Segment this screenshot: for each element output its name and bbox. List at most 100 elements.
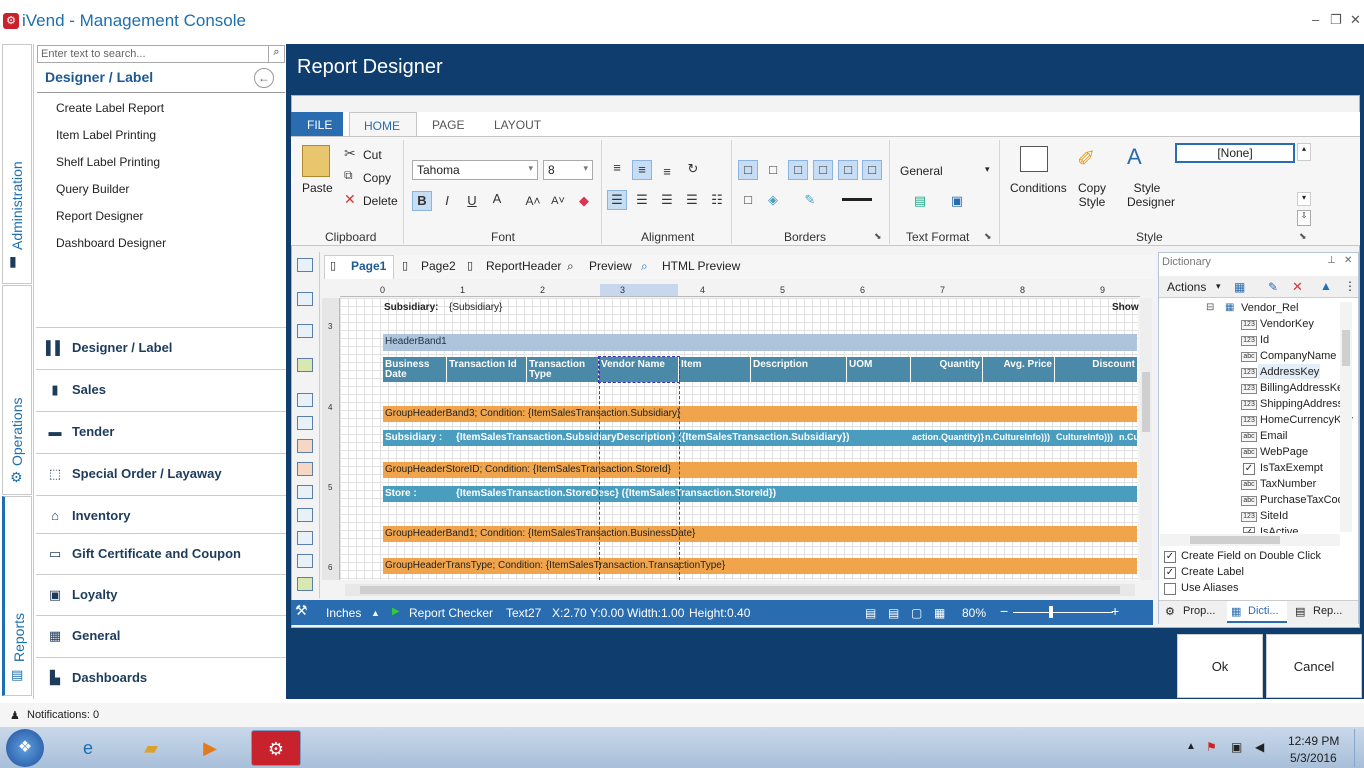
no-border-icon[interactable]: □ [763, 160, 783, 180]
vertical-scroll-thumb[interactable] [1142, 372, 1150, 432]
style-designer-button[interactable]: Style Designer [1127, 181, 1175, 209]
column-header[interactable]: Quantity [911, 357, 983, 382]
rail-tab-administration[interactable]: Administration ▮ [2, 44, 32, 284]
toolbox-chart-icon[interactable] [297, 554, 313, 568]
horizontal-scroll-thumb[interactable] [360, 586, 1120, 594]
back-arrow-icon[interactable]: ← [254, 68, 274, 88]
column-header[interactable]: Discount [1055, 357, 1137, 382]
view-two-pages-icon[interactable]: ▤ [888, 606, 899, 620]
format-number-icon[interactable]: ▣ [947, 191, 967, 211]
dictionary-field[interactable]: SiteId [1260, 510, 1288, 522]
grow-font-icon[interactable]: A˄ [523, 191, 543, 211]
ok-button[interactable]: Ok [1177, 634, 1263, 698]
notifications-count[interactable]: Notifications: 0 [27, 709, 99, 721]
chevron-down-icon[interactable]: ▾ [985, 164, 990, 175]
clock-date[interactable]: 5/3/2016 [1290, 751, 1337, 765]
volume-icon[interactable]: ◀ [1255, 740, 1264, 754]
edit-icon[interactable]: ✎ [1268, 280, 1278, 294]
view-multi-icon[interactable]: ▦ [934, 606, 945, 620]
dictionary-relation[interactable]: Vendor_Rel [1241, 302, 1299, 314]
search-icon[interactable]: ⌕ [268, 46, 284, 62]
tab-preview[interactable]: Preview [589, 259, 632, 273]
subsidiary-description-field[interactable]: {ItemSalesTransaction.SubsidiaryDescript… [456, 432, 849, 443]
dictionary-field[interactable]: TaxNumber [1260, 478, 1316, 490]
store-description-field[interactable]: {ItemSalesTransaction.StoreDesc} ({ItemS… [456, 488, 776, 499]
subsidiary-label[interactable]: Subsidiary: [384, 302, 438, 313]
show-label[interactable]: Show [1112, 302, 1139, 313]
bell-icon[interactable]: ♟ [10, 709, 20, 722]
border-color-icon[interactable]: ✎ [800, 190, 820, 210]
align-right-icon[interactable]: ☰ [657, 190, 677, 210]
tab-properties[interactable]: Prop... [1183, 605, 1215, 617]
nav-category-tender[interactable]: ▬ Tender [36, 411, 286, 453]
align-center-icon[interactable]: ☰ [632, 190, 652, 210]
group-header-band-trans-type[interactable]: GroupHeaderTransType; Condition: {ItemSa… [383, 558, 1137, 574]
start-button-icon[interactable]: ❖ [6, 729, 44, 767]
word-wrap-icon[interactable]: ☷ [707, 190, 727, 210]
group-header-band-subsidiary[interactable]: GroupHeaderBand3; Condition: {ItemSalesT… [383, 406, 1137, 422]
clock-time[interactable]: 12:49 PM [1288, 734, 1339, 748]
toolbox-checkbox-icon[interactable] [297, 462, 313, 476]
copy-button[interactable]: Copy [363, 171, 391, 185]
vertical-scrollbar[interactable] [1140, 298, 1152, 580]
toolbox-panel-icon[interactable] [297, 324, 313, 338]
zoom-in-icon[interactable]: + [1111, 603, 1119, 619]
tab-page2[interactable]: Page2 [421, 259, 456, 273]
dictionary-field[interactable]: Id [1260, 334, 1269, 346]
close-button[interactable]: ✕ [1350, 12, 1361, 28]
dictionary-field[interactable]: HomeCurrencyKey [1260, 414, 1353, 426]
use-aliases-checkbox[interactable] [1164, 583, 1176, 595]
tab-html-preview[interactable]: HTML Preview [662, 259, 740, 273]
column-header[interactable]: UOM [847, 357, 911, 382]
text-format-select[interactable]: General [900, 164, 943, 178]
dictionary-field[interactable]: VendorKey [1260, 318, 1314, 330]
nav-category-dashboards[interactable]: ▙ Dashboards [36, 657, 286, 699]
italic-button[interactable]: I [437, 191, 457, 211]
tab-page[interactable]: PAGE [418, 112, 478, 136]
subsidiary-field[interactable]: {Subsidiary} [449, 302, 502, 313]
action-center-icon[interactable]: ⚑ [1206, 740, 1217, 754]
search-input[interactable]: Enter text to search... [37, 45, 285, 63]
tab-layout[interactable]: LAYOUT [480, 112, 555, 136]
column-header[interactable]: Vendor Name [598, 356, 680, 383]
dictionary-field[interactable]: CompanyName [1260, 350, 1336, 362]
toolbox-table-icon[interactable] [297, 531, 313, 545]
quantity-field[interactable]: action.Quantity)} [912, 432, 984, 442]
group-header-band-store[interactable]: GroupHeaderStoreID; Condition: {ItemSale… [383, 462, 1137, 478]
style-gallery-expand[interactable]: ⇩ [1297, 210, 1311, 226]
tree-expander-icon[interactable]: ⊟ [1206, 302, 1214, 313]
style-scroll-down[interactable]: ▾ [1297, 192, 1311, 206]
dictionary-field[interactable]: Email [1260, 430, 1288, 442]
dialog-launcher-icon[interactable]: ⬊ [984, 231, 992, 242]
copy-style-button[interactable]: Copy Style [1077, 181, 1107, 209]
subsidiary-row-label[interactable]: Subsidiary : [385, 432, 442, 443]
tab-home[interactable]: HOME [349, 112, 417, 136]
font-family-select[interactable]: Tahoma ▾ [412, 160, 538, 180]
column-header[interactable]: Description [751, 357, 847, 382]
align-left-icon[interactable]: ☰ [607, 190, 627, 210]
tools-icon[interactable]: ⚒ [295, 602, 308, 619]
zoom-slider[interactable] [1013, 612, 1113, 613]
move-up-icon[interactable]: ▲ [1320, 279, 1332, 293]
toolbox-subreport-icon[interactable] [297, 485, 313, 499]
group-header-band-business-date[interactable]: GroupHeaderBand1; Condition: {ItemSalesT… [383, 526, 1137, 542]
dialog-launcher-icon[interactable]: ⬊ [1299, 231, 1307, 242]
dictionary-field[interactable]: WebPage [1260, 446, 1308, 458]
column-header[interactable]: Transaction Type [527, 357, 599, 382]
show-desktop-button[interactable] [1354, 729, 1364, 767]
actions-menu[interactable]: Actions [1167, 280, 1206, 294]
fill-color-icon[interactable]: ◈ [763, 190, 783, 210]
nav-category-loyalty[interactable]: ▣ Loyalty [36, 574, 286, 616]
nav-category-general[interactable]: ▦ General [36, 615, 286, 657]
font-size-select[interactable]: 8 ▾ [543, 160, 593, 180]
align-bottom-icon[interactable]: ≡ [657, 162, 677, 182]
shrink-font-icon[interactable]: A˅ [548, 191, 568, 211]
dictionary-field[interactable]: AddressKey [1260, 366, 1319, 378]
toolbox-band-icon[interactable] [297, 258, 313, 272]
network-icon[interactable]: ▣ [1231, 740, 1242, 754]
top-border-icon[interactable]: □ [788, 160, 808, 180]
dictionary-field[interactable]: IsActive [1260, 526, 1299, 533]
view-whole-icon[interactable]: ▢ [911, 606, 922, 620]
new-item-icon[interactable]: ▦ [1234, 280, 1245, 294]
conditions-button[interactable]: Conditions [1010, 181, 1067, 195]
